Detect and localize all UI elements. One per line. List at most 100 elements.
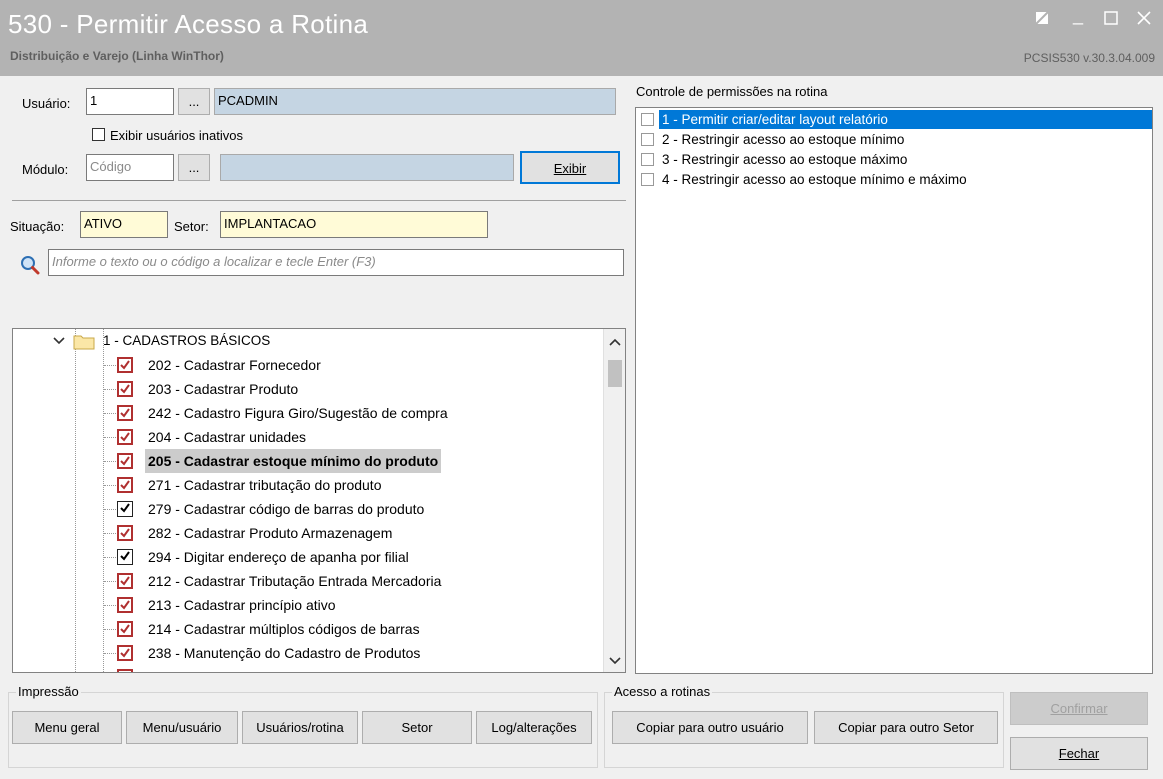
tree-item-checkbox[interactable] <box>117 573 133 589</box>
tree-item-checkbox[interactable] <box>117 549 133 565</box>
tree-item-label: 282 - Cadastrar Produto Armazenagem <box>148 525 393 541</box>
log-alteracoes-label: Log/alterações <box>491 720 577 735</box>
search-input[interactable]: Informe o texto ou o código a localizar … <box>48 249 624 276</box>
tree-connector <box>104 389 118 390</box>
tree-item-checkbox[interactable] <box>117 645 133 661</box>
tree-item-checkbox[interactable] <box>117 501 133 517</box>
module-lookup-button[interactable]: ... <box>178 154 210 181</box>
permission-item[interactable]: 2 - Restringir acesso ao estoque mínimo <box>636 130 1152 150</box>
menu-usuario-label: Menu/usuário <box>142 720 222 735</box>
copy-user-button[interactable]: Copiar para outro usuário <box>612 711 808 744</box>
scroll-down-icon[interactable] <box>609 654 621 668</box>
module-code-input[interactable]: Código <box>86 154 174 181</box>
tree-item-checkbox[interactable] <box>117 669 133 672</box>
module-label: Módulo: <box>22 162 69 177</box>
tree-item-label: 271 - Cadastrar tributação do produto <box>148 477 382 493</box>
close-icon[interactable] <box>1133 8 1155 30</box>
module-name-field <box>220 154 514 181</box>
tree-item-label: 202 - Cadastrar Fornecedor <box>148 357 321 373</box>
tree-item-checkbox[interactable] <box>117 621 133 637</box>
title-bar: 530 - Permitir Acesso a Rotina Distribui… <box>0 0 1163 76</box>
permissions-list[interactable]: 1 - Permitir criar/editar layout relatór… <box>635 107 1153 674</box>
menu-usuario-button[interactable]: Menu/usuário <box>126 711 238 744</box>
tree-item-label: 212 - Cadastrar Tributação Entrada Merca… <box>148 573 442 589</box>
tree-scrollbar[interactable] <box>603 329 625 672</box>
scroll-thumb[interactable] <box>608 360 622 387</box>
situacao-field: ATIVO <box>80 211 168 238</box>
permissions-title: Controle de permissões na rotina <box>636 84 828 99</box>
tree-item-label: 279 - Cadastrar código de barras do prod… <box>148 501 425 517</box>
maximize-icon[interactable] <box>1100 8 1122 30</box>
tree-item-label: 203 - Cadastrar Produto <box>148 381 299 397</box>
permission-checkbox[interactable] <box>641 173 654 186</box>
tree-item-checkbox[interactable] <box>117 477 133 493</box>
permission-checkbox[interactable] <box>641 133 654 146</box>
permission-item[interactable]: 1 - Permitir criar/editar layout relatór… <box>636 110 1152 130</box>
tree-root-label: 1 - CADASTROS BÁSICOS <box>103 333 271 348</box>
chevron-down-icon[interactable] <box>53 329 65 361</box>
restore-window-icon[interactable] <box>1031 8 1053 30</box>
tree-connector <box>104 461 118 462</box>
permission-checkbox[interactable] <box>641 113 654 126</box>
window-title: 530 - Permitir Acesso a Rotina <box>8 9 369 39</box>
folder-icon <box>73 333 95 358</box>
show-button[interactable]: Exibir <box>520 151 620 184</box>
tree-item-label: 204 - Cadastrar unidades <box>148 429 306 445</box>
show-button-label: Exibir <box>553 161 587 176</box>
copy-sector-label: Copiar para outro Setor <box>838 720 974 735</box>
scroll-up-icon[interactable] <box>609 335 621 349</box>
permission-label: 4 - Restringir acesso ao estoque mínimo … <box>662 172 967 187</box>
setor-button-label: Setor <box>401 720 433 735</box>
tree-item-label: 242 - Cadastro Figura Giro/Sugestão de c… <box>148 405 448 421</box>
tree-connector <box>104 365 118 366</box>
search-icon[interactable] <box>20 255 40 275</box>
tree-item-label: 222 - Cadastrar Seções ou Classes <box>145 665 372 672</box>
tree-connector <box>104 605 118 606</box>
app-version: PCSIS530 v.30.3.04.009 <box>1023 51 1155 65</box>
divider <box>12 200 626 201</box>
tree-item-checkbox[interactable] <box>117 453 133 469</box>
tree-item-label: 238 - Manutenção do Cadastro de Produtos <box>148 645 421 661</box>
tree-item-checkbox[interactable] <box>117 429 133 445</box>
user-code-input[interactable]: 1 <box>86 88 174 115</box>
setor-button[interactable]: Setor <box>362 711 472 744</box>
tree-item-checkbox[interactable] <box>117 405 133 421</box>
tree-connector <box>104 581 118 582</box>
tree-connector <box>104 533 118 534</box>
log-alteracoes-button[interactable]: Log/alterações <box>476 711 592 744</box>
copy-user-label: Copiar para outro usuário <box>636 720 784 735</box>
tree-item-checkbox[interactable] <box>117 357 133 373</box>
impressao-title: Impressão <box>16 684 81 699</box>
confirm-button[interactable]: Confirmar <box>1010 692 1148 725</box>
menu-geral-button[interactable]: Menu geral <box>12 711 122 744</box>
usuarios-rotina-button[interactable]: Usuários/rotina <box>242 711 358 744</box>
close-label: Fechar <box>1058 746 1100 761</box>
permission-label: 1 - Permitir criar/editar layout relatór… <box>659 110 1152 129</box>
show-inactive-checkbox[interactable] <box>92 128 105 141</box>
minimize-icon[interactable]: _ <box>1067 4 1089 26</box>
menu-geral-label: Menu geral <box>34 720 100 735</box>
user-lookup-button[interactable]: ... <box>178 88 210 115</box>
acesso-title: Acesso a rotinas <box>612 684 713 699</box>
confirm-label: Confirmar <box>1050 701 1108 716</box>
close-button[interactable]: Fechar <box>1010 737 1148 770</box>
tree-connector <box>104 437 118 438</box>
setor-field: IMPLANTACAO <box>220 211 488 238</box>
permission-checkbox[interactable] <box>641 153 654 166</box>
permission-label: 2 - Restringir acesso ao estoque mínimo <box>662 132 905 147</box>
tree-item-label: 205 - Cadastrar estoque mínimo do produt… <box>145 449 442 473</box>
tree-item-checkbox[interactable] <box>117 381 133 397</box>
tree-item-checkbox[interactable] <box>117 525 133 541</box>
show-inactive-label: Exibir usuários inativos <box>110 128 243 143</box>
permission-label: 3 - Restringir acesso ao estoque máximo <box>662 152 908 167</box>
tree-item-checkbox[interactable] <box>117 597 133 613</box>
copy-sector-button[interactable]: Copiar para outro Setor <box>814 711 998 744</box>
tree-connector <box>104 509 118 510</box>
tree-connector <box>104 653 118 654</box>
routine-tree[interactable]: 1 - CADASTROS BÁSICOS 202 - Cadastrar Fo… <box>12 328 626 673</box>
permission-item[interactable]: 4 - Restringir acesso ao estoque mínimo … <box>636 170 1152 190</box>
tree-guide <box>103 329 104 672</box>
tree-guide <box>75 329 76 672</box>
permission-item[interactable]: 3 - Restringir acesso ao estoque máximo <box>636 150 1152 170</box>
usuarios-rotina-label: Usuários/rotina <box>256 720 344 735</box>
